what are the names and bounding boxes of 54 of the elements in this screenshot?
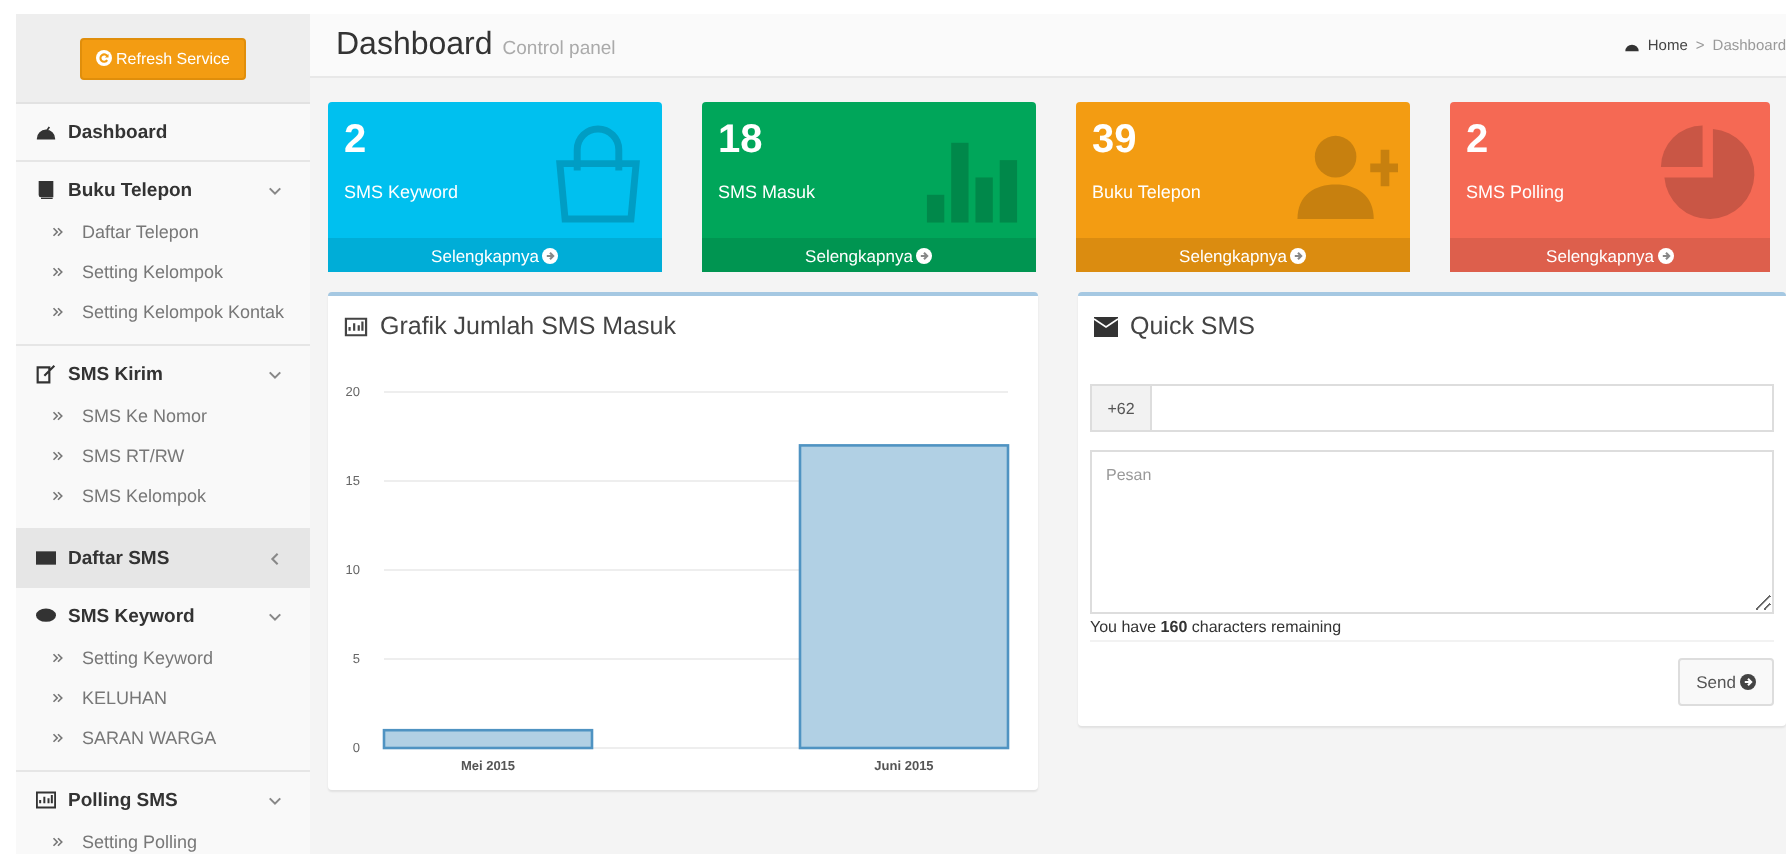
double-chevron-icon <box>52 226 64 238</box>
more-info-link[interactable]: Selengkapnya <box>1076 238 1410 272</box>
stat-value: 2 <box>1466 118 1491 164</box>
double-chevron-icon <box>52 410 64 422</box>
arrow-circle-icon <box>1290 247 1307 263</box>
double-chevron-icon <box>52 692 64 704</box>
stat-value: 18 <box>718 118 765 164</box>
submenu-item[interactable]: KELUHAN <box>16 678 310 718</box>
sidebar-item[interactable]: SMS Keyword <box>16 588 310 644</box>
double-chevron-icon <box>52 266 64 278</box>
double-chevron-icon <box>52 652 64 664</box>
sidebar-item[interactable]: Polling SMS <box>16 772 310 828</box>
double-chevron-icon <box>52 306 64 318</box>
sidebar-item[interactable]: SMS Kirim <box>16 346 310 402</box>
arrow-circle-icon <box>542 247 559 263</box>
bar-chart-icon <box>344 315 368 337</box>
panel-title: Grafik Jumlah SMS Masuk <box>380 312 676 340</box>
submenu-item[interactable]: Setting Kelompok Kontak <box>16 292 310 332</box>
double-chevron-icon <box>52 450 64 462</box>
page-subtitle: Control panel <box>502 37 616 59</box>
stat-label: SMS Polling <box>1466 182 1565 202</box>
more-info-link[interactable]: Selengkapnya <box>702 238 1036 272</box>
submenu-item[interactable]: SMS Kelompok <box>16 476 310 516</box>
refresh-button[interactable]: Refresh Service <box>80 37 246 79</box>
more-info-link[interactable]: Selengkapnya <box>1450 238 1770 272</box>
send-button[interactable]: Send <box>1678 658 1774 706</box>
submenu-item[interactable]: Setting Kelompok <box>16 252 310 292</box>
stat-value: 39 <box>1092 118 1139 164</box>
submenu-item[interactable]: Setting Polling <box>16 822 310 854</box>
page-title: Dashboard <box>336 27 493 61</box>
sidebar-item[interactable]: Buku Telepon <box>16 162 310 218</box>
stat-label: Buku Telepon <box>1092 182 1201 202</box>
submenu-item[interactable]: Daftar Telepon <box>16 212 310 252</box>
envelope-icon <box>1094 315 1118 337</box>
sidebar-item[interactable]: Dashboard <box>16 104 310 160</box>
more-info-link[interactable]: Selengkapnya <box>328 238 662 272</box>
sidebar-item[interactable]: Daftar SMS <box>16 530 310 586</box>
panel-title: Quick SMS <box>1130 312 1256 340</box>
arrow-circle-icon <box>1657 247 1674 263</box>
double-chevron-icon <box>52 490 64 502</box>
submenu-item[interactable]: SMS RT/RW <box>16 436 310 476</box>
submenu-item[interactable]: Setting Keyword <box>16 638 310 678</box>
character-counter: You have 160 characters remaining <box>1090 618 1774 642</box>
submenu-item[interactable]: SMS Ke Nomor <box>16 396 310 436</box>
arrow-circle-icon <box>916 247 933 263</box>
double-chevron-icon <box>52 732 64 744</box>
double-chevron-icon <box>52 836 64 848</box>
stat-value: 2 <box>344 118 369 164</box>
arrow-circle-icon <box>1740 674 1756 690</box>
message-field[interactable]: Pesan <box>1090 450 1774 614</box>
stat-label: SMS Keyword <box>344 182 459 202</box>
refresh-icon <box>96 50 113 66</box>
stat-label: SMS Masuk <box>718 182 816 202</box>
submenu-item[interactable]: SARAN WARGA <box>16 718 310 758</box>
